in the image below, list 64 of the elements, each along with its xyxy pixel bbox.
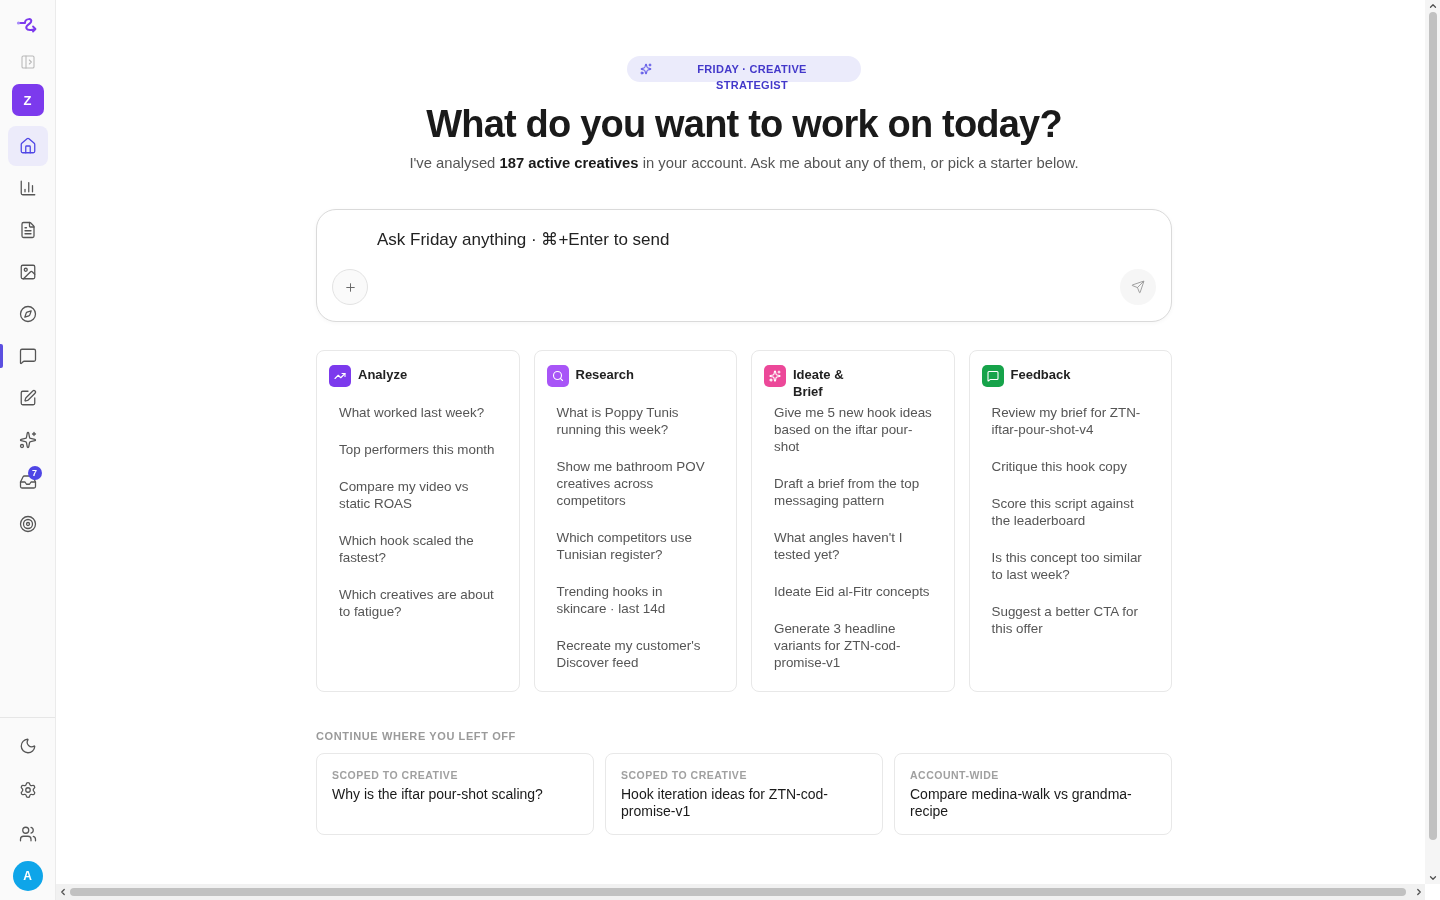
role-label: FRIDAY · CREATIVE STRATEGIST: [696, 62, 808, 93]
settings-icon: [18, 781, 37, 799]
notification-badge: 7: [27, 466, 42, 480]
bar-chart-icon: [18, 179, 37, 197]
prompt-button[interactable]: Review my brief for ZTN-iftar-pour-shot-v4: [981, 400, 1159, 442]
caret-left-icon[interactable]: [58, 887, 68, 897]
target-icon: [18, 515, 37, 533]
compass-icon: [18, 305, 37, 323]
page-subtitle: I've analysed 187 active creatives in your account. Ask me about any of them, or pick a starter below.: [409, 154, 1079, 173]
chat-bubble-icon: [18, 347, 37, 365]
prompt-button[interactable]: Top performers this month: [329, 437, 507, 462]
sparkles-icon: [640, 63, 652, 75]
image-icon: [18, 263, 37, 281]
message-input[interactable]: Ask Friday anything · ⌘+Enter to send: [377, 228, 1156, 254]
prompt-button[interactable]: Compare my video vs static ROAS: [329, 474, 507, 516]
document-icon: [18, 221, 37, 239]
caret-up-icon[interactable]: [1427, 1, 1438, 11]
prompt-button[interactable]: Trending hooks in skincare · last 14d: [546, 579, 724, 621]
section-label: CONTINUE WHERE YOU LEFT OFF: [316, 729, 516, 743]
pencil-square-icon: [18, 389, 37, 407]
send-icon: [1131, 280, 1145, 294]
nav-button[interactable]: [7, 126, 48, 166]
conversation-title: Compare medina-walk vs grandma-recipe: [910, 786, 1133, 820]
prompt-button[interactable]: Give me 5 new hook ideas based on the iftar pour-shot: [764, 400, 942, 459]
prompt-button[interactable]: Recreate my customer's Discover feed: [546, 633, 724, 675]
card-title: Research: [575, 366, 635, 383]
prompt-button[interactable]: Show me bathroom POV creatives across competitors: [546, 454, 724, 513]
prompt-button[interactable]: What angles haven't I tested yet?: [764, 525, 942, 567]
nav-button[interactable]: 7: [7, 462, 48, 502]
prompt-button[interactable]: Which competitors use Tunisian register?: [546, 525, 724, 567]
scope-label: SCOPED TO CREATIVE: [621, 768, 748, 782]
scrollbar-thumb[interactable]: [70, 888, 1406, 896]
prompt-button[interactable]: What worked last week?: [329, 400, 507, 425]
prompt-button[interactable]: Generate 3 headline variants for ZTN-cod-promise-v1: [764, 616, 942, 675]
prompt-button[interactable]: Critique this hook copy: [981, 454, 1159, 479]
conversation-title: Why is the iftar pour-shot scaling?: [332, 786, 544, 803]
scope-label: SCOPED TO CREATIVE: [332, 768, 459, 782]
plus-icon: [343, 280, 357, 294]
scrollbar-thumb[interactable]: [1428, 12, 1437, 840]
page-title: What do you want to work on today?: [426, 102, 1062, 147]
prompt-button[interactable]: What is Poppy Tunis running this week?: [546, 400, 724, 442]
scope-label: ACCOUNT-WIDE: [910, 768, 1000, 782]
prompt-button[interactable]: Is this concept too similar to last week?: [981, 545, 1159, 587]
card-title: Ideate & Brief: [793, 366, 845, 400]
prompt-button[interactable]: Score this script against the leaderboard: [981, 491, 1159, 533]
conversation-card[interactable]: ACCOUNT-WIDE Compare medina-walk vs grandma-recipe: [894, 753, 1172, 835]
moon-icon: [18, 737, 37, 755]
prompt-button[interactable]: Suggest a better CTA for this offer: [981, 599, 1159, 641]
people-icon: [18, 825, 37, 843]
prompt-button[interactable]: Draft a brief from the top messaging pattern: [764, 471, 942, 513]
panel-icon: [19, 54, 36, 70]
conversation-title: Hook iteration ideas for ZTN-cod-promise-v1: [621, 786, 829, 820]
caret-right-icon[interactable]: [1414, 887, 1424, 897]
workspace-avatar[interactable]: Z: [11, 84, 44, 116]
caret-down-icon[interactable]: [1427, 873, 1438, 883]
card-title: Analyze: [358, 366, 408, 383]
prompt-button[interactable]: Which creatives are about to fatigue?: [329, 582, 507, 624]
prompt-button[interactable]: Which hook scaled the fastest?: [329, 528, 507, 570]
house-icon: [18, 137, 37, 155]
sparkles-icon: [18, 431, 37, 449]
conversation-card[interactable]: SCOPED TO CREATIVE Why is the iftar pour-shot scaling?: [316, 753, 594, 835]
prompt-button[interactable]: Ideate Eid al-Fitr concepts: [764, 579, 942, 604]
card-title: Feedback: [1010, 366, 1071, 383]
conversation-card[interactable]: SCOPED TO CREATIVE Hook iteration ideas for ZTN-cod-promise-v1: [605, 753, 883, 835]
